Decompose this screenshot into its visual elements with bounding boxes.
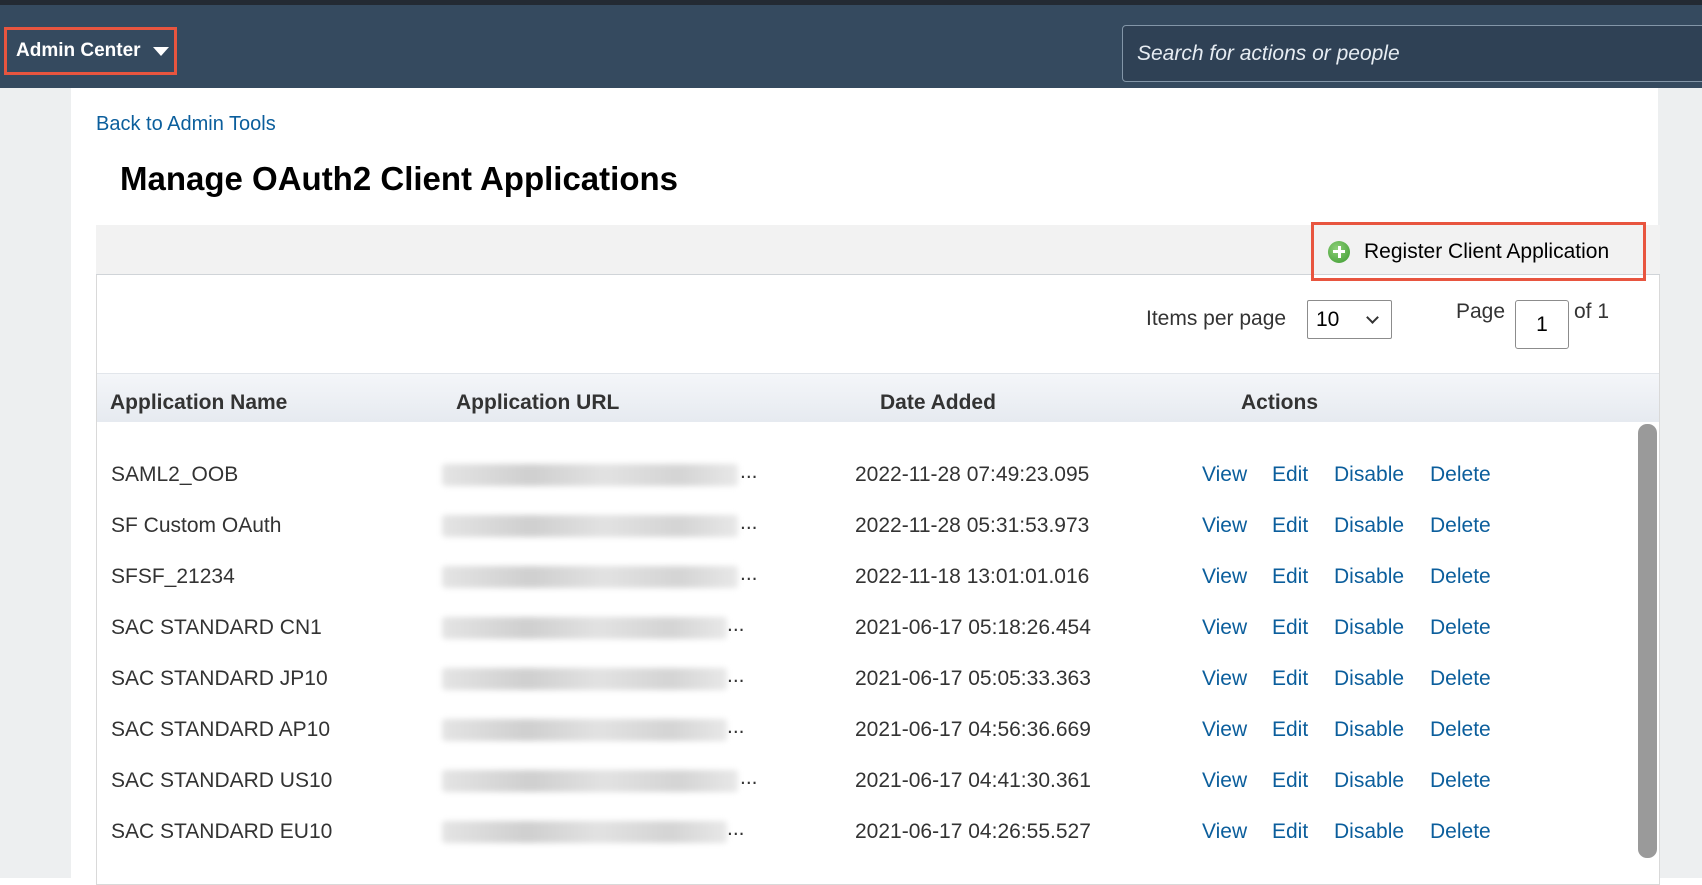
disable-link[interactable]: Disable <box>1334 565 1404 589</box>
url-ellipsis: ... <box>727 664 745 687</box>
delete-link[interactable]: Delete <box>1430 463 1491 487</box>
column-header-date-added: Date Added <box>880 391 996 414</box>
application-name-cell: SFSF_21234 <box>111 565 235 588</box>
date-added-cell: 2022-11-28 05:31:53.973 <box>855 514 1090 537</box>
left-gutter <box>0 88 71 878</box>
date-added-cell: 2022-11-18 13:01:01.016 <box>855 565 1090 588</box>
column-header-application-name: Application Name <box>110 391 288 414</box>
url-ellipsis: ... <box>727 613 745 636</box>
edit-link[interactable]: Edit <box>1272 718 1308 742</box>
date-added-cell: 2021-06-17 05:18:26.454 <box>855 616 1091 639</box>
url-ellipsis: ... <box>740 511 758 534</box>
view-link[interactable]: View <box>1202 616 1247 640</box>
register-client-application-button[interactable]: Register Client Application <box>1311 222 1646 281</box>
page-label: Page <box>1456 300 1506 323</box>
redacted-url <box>442 668 727 690</box>
items-per-page-select[interactable]: 10 <box>1307 300 1392 339</box>
disable-link[interactable]: Disable <box>1334 616 1404 640</box>
application-name-cell: SAC STANDARD JP10 <box>111 667 328 690</box>
delete-link[interactable]: Delete <box>1430 565 1491 589</box>
url-ellipsis: ... <box>740 766 758 789</box>
application-name-cell: SAML2_OOB <box>111 463 239 486</box>
edit-link[interactable]: Edit <box>1272 667 1308 691</box>
application-name-cell: SF Custom OAuth <box>111 514 282 537</box>
url-ellipsis: ... <box>727 715 745 738</box>
redacted-url <box>442 464 738 486</box>
redacted-url <box>442 719 727 741</box>
delete-link[interactable]: Delete <box>1430 820 1491 844</box>
application-name-cell: SAC STANDARD US10 <box>111 769 333 792</box>
disable-link[interactable]: Disable <box>1334 718 1404 742</box>
view-link[interactable]: View <box>1202 718 1247 742</box>
search-field[interactable] <box>1122 25 1702 82</box>
table-row: SAC STANDARD CN1... 2021-06-17 05:18:26.4… <box>97 603 1637 654</box>
admin-center-menu-button[interactable]: Admin Center <box>4 27 177 75</box>
application-name-cell: SAC STANDARD EU10 <box>111 820 333 843</box>
view-link[interactable]: View <box>1202 565 1247 589</box>
delete-link[interactable]: Delete <box>1430 769 1491 793</box>
disable-link[interactable]: Disable <box>1334 463 1404 487</box>
page-count-label: of 1 <box>1574 300 1610 323</box>
application-name-cell: SAC STANDARD AP10 <box>111 718 331 741</box>
delete-link[interactable]: Delete <box>1430 718 1491 742</box>
edit-link[interactable]: Edit <box>1272 769 1308 793</box>
chevron-down-icon <box>1366 311 1379 324</box>
admin-center-label: Admin Center <box>16 40 141 61</box>
table-row: SAC STANDARD EU10... 2021-06-17 04:26:55.… <box>97 807 1637 858</box>
redacted-url <box>442 821 727 843</box>
right-gutter <box>1658 88 1702 878</box>
edit-link[interactable]: Edit <box>1272 514 1308 538</box>
delete-link[interactable]: Delete <box>1430 667 1491 691</box>
disable-link[interactable]: Disable <box>1334 667 1404 691</box>
date-added-cell: 2021-06-17 04:26:55.527 <box>855 820 1091 843</box>
view-link[interactable]: View <box>1202 820 1247 844</box>
register-label: Register Client Application <box>1364 239 1610 263</box>
date-added-cell: 2021-06-17 04:41:30.361 <box>855 769 1091 792</box>
items-per-page-label: Items per page <box>1146 307 1287 330</box>
disable-link[interactable]: Disable <box>1334 514 1404 538</box>
application-name-cell: SAC STANDARD CN1 <box>111 616 322 639</box>
table-row: SAC STANDARD US10... 2021-06-17 04:41:30.… <box>97 756 1637 807</box>
table-header <box>97 373 1659 422</box>
url-ellipsis: ... <box>740 562 758 585</box>
view-link[interactable]: View <box>1202 769 1247 793</box>
edit-link[interactable]: Edit <box>1272 565 1308 589</box>
add-circle-icon <box>1328 240 1350 263</box>
table-row: SAML2_OOB... 2022-11-28 07:49:23.095 View E… <box>97 450 1637 501</box>
disable-link[interactable]: Disable <box>1334 769 1404 793</box>
redacted-url <box>442 566 738 588</box>
edit-link[interactable]: Edit <box>1272 463 1308 487</box>
date-added-cell: 2021-06-17 05:05:33.363 <box>855 667 1091 690</box>
items-per-page-value: 10 <box>1316 307 1340 331</box>
back-to-admin-tools-link[interactable]: Back to Admin Tools <box>96 113 276 136</box>
redacted-url <box>442 770 738 792</box>
vertical-scrollbar[interactable] <box>1638 424 1657 858</box>
view-link[interactable]: View <box>1202 463 1247 487</box>
table-row: SF Custom OAuth... 2022-11-28 05:31:53.97… <box>97 501 1637 552</box>
date-added-cell: 2022-11-28 07:49:23.095 <box>855 463 1090 486</box>
edit-link[interactable]: Edit <box>1272 616 1308 640</box>
view-link[interactable]: View <box>1202 514 1247 538</box>
table-row: SAC STANDARD JP10... 2021-06-17 05:05:33.… <box>97 654 1637 705</box>
search-input[interactable] <box>1123 26 1702 81</box>
disable-link[interactable]: Disable <box>1334 820 1404 844</box>
date-added-cell: 2021-06-17 04:56:36.669 <box>855 718 1091 741</box>
column-header-actions: Actions <box>1241 391 1319 414</box>
page-title: Manage OAuth2 Client Applications <box>120 160 678 197</box>
url-ellipsis: ... <box>740 460 758 483</box>
redacted-url <box>442 515 738 537</box>
redacted-url <box>442 617 727 639</box>
delete-link[interactable]: Delete <box>1430 616 1491 640</box>
table-row: SFSF_21234... 2022-11-18 13:01:01.016 View… <box>97 552 1637 603</box>
column-header-application-url: Application URL <box>456 391 620 414</box>
edit-link[interactable]: Edit <box>1272 820 1308 844</box>
view-link[interactable]: View <box>1202 667 1247 691</box>
caret-down-icon <box>152 46 169 56</box>
table-row: SAC STANDARD AP10... 2021-06-17 04:56:36.… <box>97 705 1637 756</box>
url-ellipsis: ... <box>727 817 745 840</box>
delete-link[interactable]: Delete <box>1430 514 1491 538</box>
page-number-input[interactable] <box>1515 300 1569 349</box>
